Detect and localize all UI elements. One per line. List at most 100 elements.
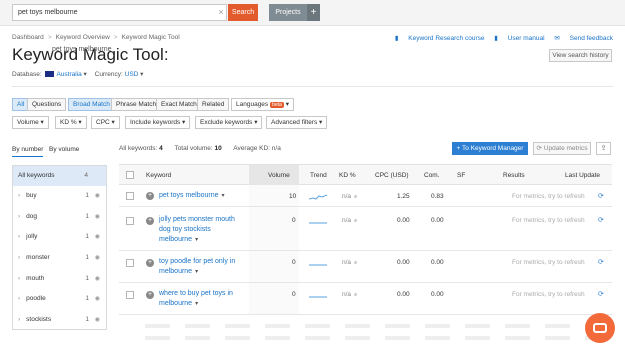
keyword-link[interactable]: toy poodle for pet only in melbourne ▾	[159, 257, 245, 277]
keyword-link[interactable]: jolly pets monster mouth dog toy stockis…	[159, 215, 245, 245]
course-link[interactable]: ▮ Keyword Research course	[395, 35, 485, 42]
kd-filter[interactable]: KD % ▾	[55, 116, 87, 129]
metrics-hint: For metrics, try to refresh	[512, 217, 585, 224]
volume-value: 0	[292, 291, 296, 298]
manual-link[interactable]: ▮ User manual	[494, 35, 544, 42]
chevron-right-icon: ›	[18, 233, 21, 241]
projects-button[interactable]: Projects	[269, 4, 307, 21]
com-value: 0.00	[431, 217, 444, 224]
sidebar-item-dog[interactable]: › dog 1 ◉	[13, 207, 106, 228]
update-metrics-button[interactable]: ⟳ Update metrics	[533, 142, 591, 155]
keyword-link[interactable]: pet toys melbourne ▾	[159, 191, 245, 201]
breadcrumb: Dashboard > Keyword Overview > Keyword Magic…	[12, 34, 180, 41]
australia-flag-icon	[45, 71, 55, 77]
tab-phrase-match[interactable]: Phrase Match	[111, 98, 162, 111]
volume-value: 10	[289, 193, 297, 200]
add-keyword-icon[interactable]: +	[146, 259, 154, 267]
sidebar-item-all-keywords[interactable]: All keywords 4	[13, 166, 106, 186]
col-results[interactable]: Results	[503, 172, 525, 179]
cpc-value: 1.25	[397, 193, 410, 200]
currency-select[interactable]: USD	[125, 71, 139, 78]
eye-icon[interactable]: ◉	[95, 275, 100, 282]
search-button[interactable]: Search	[228, 4, 258, 21]
database-select[interactable]: Australia	[56, 71, 81, 78]
col-volume[interactable]: Volume	[268, 172, 290, 179]
sidebar-item-stockists[interactable]: › stockists 1 ◉	[13, 310, 106, 331]
feedback-link[interactable]: ✉ Send feedback	[554, 35, 613, 42]
include-keywords-filter[interactable]: Include keywords ▾	[125, 116, 191, 129]
breadcrumb-keyword-overview[interactable]: Keyword Overview	[56, 34, 110, 41]
search-input[interactable]: pet toys melbourne	[12, 4, 227, 21]
cpc-filter[interactable]: CPC ▾	[91, 116, 120, 129]
to-keyword-manager-button[interactable]: + To Keyword Manager	[452, 142, 528, 155]
volume-filter[interactable]: Volume ▾	[12, 116, 49, 129]
refresh-icon[interactable]: ⟳	[598, 192, 604, 200]
table-row: + pet toys melbourne ▾ 10 n/a 1.25 0.83 F…	[119, 185, 612, 207]
tab-by-volume[interactable]: By volume	[49, 146, 79, 153]
row-checkbox[interactable]	[126, 291, 134, 299]
eye-icon[interactable]: ◉	[95, 316, 100, 323]
tab-questions[interactable]: Questions	[27, 98, 67, 111]
placeholder-row	[145, 336, 605, 340]
col-trend: Trend	[310, 172, 327, 179]
sidebar-item-monster[interactable]: › monster 1 ◉	[13, 248, 106, 269]
beta-badge: beta	[270, 102, 284, 108]
table-header: Keyword Volume Trend KD % CPC (USD) Com.…	[119, 164, 612, 185]
languages-dropdown[interactable]: Languages beta ▾	[231, 98, 294, 111]
cpc-value: 0.00	[397, 259, 410, 266]
sidebar-item-buy[interactable]: › buy 1 ◉	[13, 186, 106, 207]
add-project-button[interactable]: +	[307, 4, 320, 21]
add-keyword-icon[interactable]: +	[146, 217, 154, 225]
database-line: Database: Australia ▾ Currency: USD ▾	[12, 71, 144, 78]
exclude-keywords-filter[interactable]: Exclude keywords ▾	[195, 116, 263, 129]
trend-sparkline	[309, 194, 327, 200]
add-keyword-icon[interactable]: +	[146, 192, 154, 200]
row-checkbox[interactable]	[126, 192, 134, 200]
tab-by-number[interactable]: By number	[12, 146, 44, 157]
export-icon[interactable]: ⇪	[596, 142, 611, 155]
tab-related[interactable]: Related	[197, 98, 230, 111]
metrics-hint: For metrics, try to refresh	[512, 259, 585, 266]
kd-value: n/a	[342, 193, 358, 200]
view-history-button[interactable]: View search history	[549, 49, 612, 62]
eye-icon[interactable]: ◉	[95, 213, 100, 220]
breadcrumb-dashboard[interactable]: Dashboard	[12, 34, 44, 41]
col-kd[interactable]: KD %	[339, 172, 356, 179]
clear-icon[interactable]: ×	[215, 4, 227, 21]
tab-broad-match[interactable]: Broad Match	[68, 98, 115, 111]
kd-value: n/a	[342, 217, 358, 224]
sidebar-item-mouth[interactable]: › mouth 1 ◉	[13, 269, 106, 290]
tab-exact-match[interactable]: Exact Match	[156, 98, 202, 111]
volume-value: 0	[292, 217, 296, 224]
placeholder-row	[145, 324, 605, 328]
eye-icon[interactable]: ◉	[95, 192, 100, 199]
cpc-value: 0.00	[397, 217, 410, 224]
row-checkbox[interactable]	[126, 259, 134, 267]
add-keyword-icon[interactable]: +	[146, 291, 154, 299]
refresh-icon[interactable]: ⟳	[598, 216, 604, 224]
col-sf[interactable]: SF	[457, 172, 465, 179]
table-row: + toy poodle for pet only in melbourne ▾ …	[119, 251, 612, 283]
kd-value: n/a	[342, 291, 358, 298]
col-cpc[interactable]: CPC (USD)	[375, 172, 409, 179]
select-all-checkbox[interactable]	[126, 171, 134, 179]
refresh-icon[interactable]: ⟳	[598, 258, 604, 266]
volume-value: 0	[292, 259, 296, 266]
row-checkbox[interactable]	[126, 217, 134, 225]
keyword-link[interactable]: where to buy pet toys in melbourne ▾	[159, 289, 245, 309]
col-com[interactable]: Com.	[424, 172, 440, 179]
kd-value: n/a	[342, 259, 358, 266]
metrics-hint: For metrics, try to refresh	[512, 291, 585, 298]
col-keyword[interactable]: Keyword	[146, 172, 171, 179]
advanced-filters[interactable]: Advanced filters ▾	[266, 116, 328, 129]
col-last-update[interactable]: Last Update	[565, 172, 600, 179]
sidebar-item-jolly[interactable]: › jolly 1 ◉	[13, 227, 106, 248]
eye-icon[interactable]: ◉	[95, 254, 100, 261]
sidebar-item-poodle[interactable]: › poodle 1 ◉	[13, 289, 106, 310]
chevron-right-icon: ›	[18, 254, 21, 262]
refresh-icon[interactable]: ⟳	[598, 290, 604, 298]
chevron-right-icon: ›	[18, 295, 21, 303]
eye-icon[interactable]: ◉	[95, 233, 100, 240]
eye-icon[interactable]: ◉	[95, 295, 100, 302]
com-value: 0.83	[431, 193, 444, 200]
